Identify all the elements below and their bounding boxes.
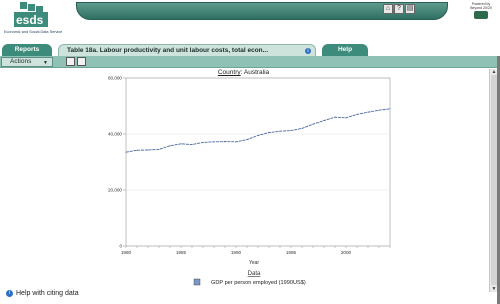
x-tick-label: 1985 [176,250,187,255]
legend-title: Data [248,271,261,277]
data-point [334,116,336,118]
vertical-scrollbar[interactable]: ▲ ▼ [489,69,497,292]
y-axis: 0 20,000 40,000 60,000 [108,76,126,249]
home-icon[interactable]: ⌂ [383,4,393,14]
x-tick-label: 1990 [231,250,242,255]
x-tick-label: 1995 [286,250,297,255]
legend-swatch [193,278,201,286]
data-point [312,123,314,125]
chevron-down-icon: ▼ [43,60,48,66]
data-point [224,141,226,143]
y-tick-label: 60,000 [108,76,122,81]
data-point [191,144,193,146]
esds-logo-mark: esds [14,2,48,27]
data-point [180,143,182,145]
tab-table-label: Table 18a. Labour productivity and unit … [67,47,269,54]
esds-logo[interactable]: esds Economic and Social Data Service [4,2,62,38]
tab-bar: Reports Table 18a. Labour productivity a… [0,42,500,56]
data-point [389,108,391,110]
data-point [268,132,270,134]
data-point [125,151,127,153]
table-view-icon[interactable] [66,57,75,66]
y-tick-label: 20,000 [108,188,122,193]
data-point [202,141,204,143]
toolbar: Actions ▼ [0,56,500,68]
line-chart: 0 20,000 40,000 60,000 1980 1985 1990 1995 2000… [108,76,391,286]
data-point [235,141,237,143]
data-point [147,149,149,151]
partner-logo-text: Powered by Beyond 20/20 [470,2,492,10]
info-icon: i [6,290,13,297]
x-axis-label: Year [249,260,259,266]
x-axis: 1980 1985 1990 1995 2000 [121,246,391,255]
data-point [345,117,347,119]
data-point [301,127,303,129]
app-header: esds Economic and Social Data Service ⌂ … [0,0,500,42]
print-icon[interactable]: ▤ [405,4,415,14]
logo-text: Economic and Social Data Service [4,30,63,34]
data-point [136,149,138,151]
x-tick-label: 1980 [121,250,132,255]
series-line [125,108,391,153]
svg-text:esds: esds [16,13,44,27]
info-icon[interactable]: i [305,48,311,54]
chart-legend: GDP per person employed (1990US$) [193,278,306,286]
help-citing-data-label: Help with citing data [16,290,79,297]
data-point [279,130,281,132]
y-tick-label: 40,000 [108,132,122,137]
tab-table-18a[interactable]: Table 18a. Labour productivity and unit … [58,44,316,56]
data-point [367,111,369,113]
data-point [158,148,160,150]
data-point [378,109,380,111]
chart-grid [126,77,390,247]
plot-frame [125,77,391,247]
help-citing-data-link[interactable]: i Help with citing data [6,290,79,297]
actions-dropdown[interactable]: Actions ▼ [1,57,53,67]
data-point [323,120,325,122]
partner-logo-mark [474,11,488,19]
data-point [257,134,259,136]
chart-series [125,108,391,153]
x-tick-label: 2000 [341,250,352,255]
data-point [290,130,292,132]
actions-label: Actions [10,58,32,65]
chart-view-icon[interactable] [77,57,86,66]
data-point [246,139,248,141]
legend-label: GDP per person employed (1990US$) [211,280,306,286]
data-point [356,113,358,115]
help-icon[interactable]: ? [394,4,404,14]
data-point [213,141,215,143]
partner-logo: Powered by Beyond 20/20 [466,2,496,24]
y-tick-label: 0 [119,244,122,249]
tab-help[interactable]: Help [322,44,368,56]
tab-reports[interactable]: Reports [2,44,52,56]
data-point [169,145,171,147]
